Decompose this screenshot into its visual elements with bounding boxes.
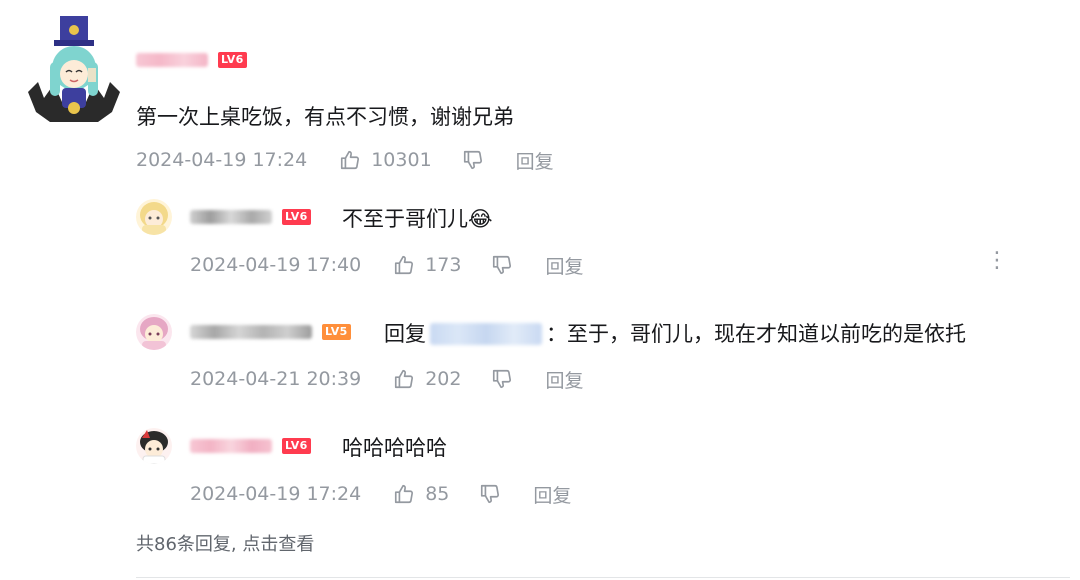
reply-date: 2024-04-21 20:39	[190, 368, 362, 390]
reply-button[interactable]: 回复	[516, 147, 554, 174]
reply-button[interactable]: 回复	[533, 481, 571, 508]
reply-date: 2024-04-19 17:40	[190, 254, 362, 276]
level-badge: LV6	[282, 209, 311, 225]
like-count: 173	[425, 254, 462, 276]
dislike-icon[interactable]	[491, 368, 513, 390]
view-all-replies-link[interactable]: 共86条回复, 点击查看	[136, 530, 314, 556]
reply-text: ：至于，哥们儿，现在才知道以前吃的是依托	[546, 322, 966, 346]
dislike-icon[interactable]	[479, 483, 501, 505]
avatar[interactable]	[136, 314, 172, 350]
avatar[interactable]	[136, 199, 172, 235]
reply-text-line: 回复 ：至于，哥们儿，现在才知道以前吃的是依托	[384, 318, 966, 348]
more-options-icon[interactable]: ⋮	[986, 250, 1008, 272]
comment-meta: 2024-04-19 17:24 10301 回复	[136, 147, 554, 173]
username-blurred[interactable]	[190, 325, 312, 339]
like-count: 85	[425, 483, 450, 505]
username-blurred[interactable]	[136, 53, 208, 67]
reply-date: 2024-04-19 17:24	[190, 483, 362, 505]
comment-date: 2024-04-19 17:24	[136, 149, 308, 171]
reply-prefix: 回复	[384, 322, 426, 346]
like-icon[interactable]	[393, 254, 415, 276]
like-icon[interactable]	[393, 483, 415, 505]
reply-text: 不至于哥们儿😂	[342, 207, 493, 231]
reply-button[interactable]: 回复	[545, 366, 583, 393]
username-blurred[interactable]	[190, 210, 272, 224]
like-count: 202	[425, 368, 462, 390]
like-count: 10301	[371, 149, 432, 171]
username-blurred[interactable]	[190, 439, 272, 453]
level-badge: LV5	[322, 324, 351, 340]
comment-text: 第一次上桌吃饭，有点不习惯，谢谢兄弟	[136, 105, 514, 129]
dislike-icon[interactable]	[462, 149, 484, 171]
like-icon[interactable]	[339, 149, 361, 171]
like-icon[interactable]	[393, 368, 415, 390]
reply-meta: 2024-04-19 17:24 85 回复	[190, 481, 571, 507]
dislike-icon[interactable]	[491, 254, 513, 276]
reply-button[interactable]: 回复	[545, 252, 583, 279]
avatar[interactable]	[28, 12, 120, 122]
level-badge: LV6	[282, 438, 311, 454]
reply-text: 哈哈哈哈哈	[342, 436, 447, 460]
reply-meta: 2024-04-21 20:39 202 回复	[190, 366, 584, 392]
reply-meta: 2024-04-19 17:40 173 回复	[190, 252, 584, 278]
avatar[interactable]	[136, 428, 172, 464]
divider	[136, 577, 1070, 578]
level-badge: LV6	[218, 52, 247, 68]
mention-username-blurred[interactable]	[430, 323, 542, 345]
